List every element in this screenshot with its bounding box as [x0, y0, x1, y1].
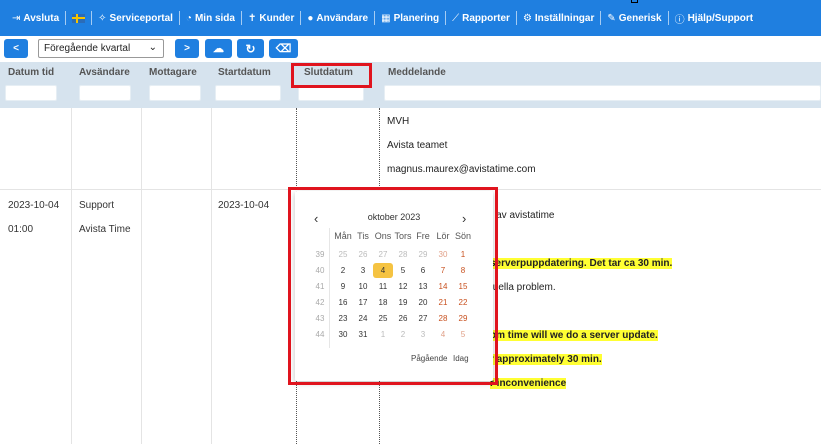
- nav-item-planering[interactable]: ▦ Planering: [375, 11, 447, 25]
- cell-sender: Support: [79, 200, 115, 211]
- highlight-box-datepicker: [288, 187, 498, 385]
- period-select[interactable]: Föregående kvartal ⌄: [38, 39, 164, 58]
- filter-mottagare-input[interactable]: [149, 85, 201, 101]
- highlight-box-slutdatum: [291, 63, 372, 88]
- dashboard-icon: ◔: [185, 12, 192, 24]
- nav-item-min-sida[interactable]: ◔ Min sida: [180, 11, 242, 25]
- nav-item-label: Avsluta: [23, 12, 60, 24]
- cell-time: 01:00: [8, 224, 34, 235]
- text-cursor-icon: [631, 0, 638, 3]
- filter-datum-tid-input[interactable]: [5, 85, 57, 101]
- download-button[interactable]: ☁: [205, 39, 232, 58]
- wrench-icon: ✎: [607, 12, 616, 24]
- column-header-startdatum[interactable]: Startdatum: [218, 67, 271, 78]
- message-line: serverpuppdatering. Det tar ca 30 min.: [490, 258, 673, 269]
- table-header: Datum tid Avsändare Mottagare Startdatum…: [0, 62, 821, 108]
- period-select-value: Föregående kvartal: [44, 43, 131, 54]
- nav-item-label: Inställningar: [534, 12, 595, 24]
- cell-startdatum: 2023-10-04: [218, 200, 270, 211]
- filter-startdatum-input[interactable]: [215, 85, 281, 101]
- nav-item-hjälp-support[interactable]: ⓘ Hjälp/Support: [669, 11, 760, 26]
- message-line: r approximately 30 min.: [490, 354, 602, 365]
- column-divider: [71, 108, 72, 444]
- filter-meddelande-input[interactable]: [384, 85, 821, 101]
- exit-icon: ⇥: [12, 12, 21, 24]
- nav-item-label: Min sida: [194, 12, 235, 24]
- next-period-button[interactable]: >: [175, 39, 199, 58]
- nav-item-inställningar[interactable]: ⚙ Inställningar: [517, 11, 602, 25]
- calendar-icon: ▦: [381, 12, 391, 24]
- column-header-datum-tid[interactable]: Datum tid: [8, 67, 54, 78]
- nav-item-kunder[interactable]: ✝ Kunder: [242, 11, 302, 25]
- column-header-meddelande[interactable]: Meddelande: [388, 67, 446, 78]
- column-divider: [211, 108, 212, 444]
- refresh-icon: ↻: [245, 41, 256, 56]
- flag-sweden-icon: [72, 13, 86, 23]
- cogs-icon: ⚙: [522, 12, 532, 24]
- eraser-icon: ⌫: [275, 43, 292, 55]
- column-header-mottagare[interactable]: Mottagare: [149, 67, 197, 78]
- nav-item-generisk[interactable]: ✎ Generisk: [601, 11, 669, 25]
- top-nav-bar: ⇥ Avsluta ✧ Serviceportal ◔ Min sida ✝ Kunder ● A…: [0, 0, 821, 36]
- message-line: tuella problem.: [490, 282, 556, 293]
- nav-item-label: Användare: [316, 12, 369, 24]
- cell-date: 2023-10-04: [8, 200, 60, 211]
- chevron-down-icon: ⌄: [148, 42, 157, 53]
- nav-item-label: Kunder: [259, 12, 295, 24]
- nav-item-label: Hjälp/Support: [687, 12, 754, 24]
- nav-item-avsluta[interactable]: ⇥ Avsluta: [6, 11, 67, 25]
- message-line: r inconvenience: [490, 378, 567, 389]
- cloud-download-icon: ☁: [213, 43, 224, 55]
- line-chart-icon: ⟋: [452, 12, 460, 24]
- nav-item-label: Generisk: [618, 12, 662, 24]
- nav-item-label: Planering: [393, 12, 440, 24]
- info-circle-icon: ⓘ: [674, 14, 685, 26]
- nav-item-language[interactable]: [66, 11, 93, 25]
- nav-item-label: Rapporter: [462, 12, 510, 24]
- user-tie-icon: ✝: [247, 12, 257, 24]
- message-line: magnus.maurex@avistatime.com: [387, 164, 536, 175]
- nav-item-serviceportal[interactable]: ✧ Serviceportal: [92, 11, 180, 25]
- user-icon: ●: [307, 12, 314, 24]
- handshake-icon: ✧: [98, 12, 107, 24]
- refresh-button[interactable]: ↻: [237, 39, 264, 58]
- message-line: Avista teamet: [387, 140, 448, 151]
- cell-sender-org: Avista Time: [79, 224, 131, 235]
- message-line: om time will we do a server update.: [490, 330, 658, 341]
- clear-filters-button[interactable]: ⌫: [269, 39, 298, 58]
- nav-item-rapporter[interactable]: ⟋ Rapporter: [446, 11, 517, 25]
- message-line: MVH: [387, 116, 410, 127]
- column-divider: [141, 108, 142, 444]
- column-header-avsandare[interactable]: Avsändare: [79, 67, 130, 78]
- filter-avsandare-input[interactable]: [79, 85, 131, 101]
- nav-item-label: Serviceportal: [109, 12, 173, 24]
- toolbar: < Föregående kvartal ⌄ > ☁ ↻ ⌫: [0, 36, 821, 62]
- prev-period-button[interactable]: <: [4, 39, 28, 58]
- nav-item-användare[interactable]: ● Användare: [301, 11, 376, 25]
